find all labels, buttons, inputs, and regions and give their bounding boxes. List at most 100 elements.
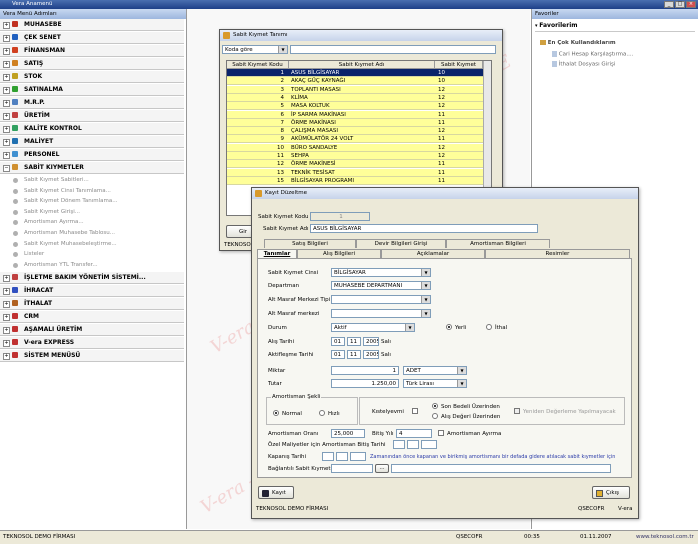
alt-masraf-merkezi-select[interactable]: ▼	[331, 309, 431, 318]
kist-checkbox[interactable]	[412, 408, 418, 414]
yerli-radio[interactable]	[446, 324, 452, 330]
menu-module[interactable]: − SABİT KIYMETLER	[0, 162, 184, 174]
table-row[interactable]: 9 AKÜMÜLATÖR 24 VOLT 11	[227, 135, 483, 144]
alt-masraf-tipi-select[interactable]: ▼	[331, 295, 431, 304]
table-row[interactable]: 15 BİLGİSAYAR PROGRAMI 11	[227, 176, 483, 185]
cins-select[interactable]: BİLGİSAYAR ▼	[331, 268, 431, 277]
menu-module[interactable]: + AŞAMALI ÜRETİM	[0, 324, 184, 337]
submenu-item[interactable]: Amortisman YTL Transfer...	[0, 260, 184, 270]
table-row[interactable]: 6 İP SARMA MAKİNASI 11	[227, 110, 483, 119]
menu-module[interactable]: + KALİTE KONTROL	[0, 123, 184, 135]
oran-field[interactable]: 25,000	[331, 429, 365, 438]
submenu-item[interactable]: Amortisman Muhasebe Tablosu...	[0, 228, 184, 238]
expand-icon[interactable]: +	[3, 288, 10, 296]
kapanis-year[interactable]	[350, 452, 366, 461]
table-row[interactable]: 8 ÇALIŞMA MASASI 12	[227, 127, 483, 136]
expand-icon[interactable]: +	[3, 301, 10, 309]
bagli-lookup-button[interactable]: ...	[375, 464, 389, 473]
column-header[interactable]: Sabit Kıymet Cinsi	[435, 61, 483, 76]
table-row[interactable]: 4 KLİMA 12	[227, 93, 483, 102]
minimize-button[interactable]: _	[664, 1, 674, 8]
menu-module[interactable]: + FİNANSMAN	[0, 45, 184, 57]
durum-select[interactable]: Aktif ▼	[331, 323, 415, 332]
expand-icon[interactable]: +	[3, 340, 10, 348]
ozel-month[interactable]	[407, 440, 419, 449]
sort-combo[interactable]: Koda göre ▼	[222, 45, 288, 54]
doviz-select[interactable]: Türk Lirası ▼	[403, 379, 467, 388]
birim-select[interactable]: ADET ▼	[403, 366, 467, 375]
alis-day[interactable]: 01	[331, 337, 345, 346]
expand-icon[interactable]: +	[3, 353, 10, 361]
menu-module[interactable]: + ÜRETİM	[0, 110, 184, 122]
aktif-day[interactable]: 01	[331, 350, 345, 359]
expand-icon[interactable]: +	[3, 22, 10, 29]
column-header[interactable]: Sabit Kıymet Adı	[289, 61, 435, 69]
menu-module[interactable]: + ÇEK SENET	[0, 32, 184, 44]
departman-select[interactable]: MUHASEBE DEPARTMANI ▼	[331, 281, 431, 290]
favorite-item[interactable]: Cari Hesap Karşılaştırma....	[552, 51, 633, 58]
save-button[interactable]: Kayıt	[258, 486, 294, 499]
menu-module[interactable]: + MUHASEBE	[0, 19, 184, 31]
yeniden-checkbox[interactable]	[514, 408, 520, 414]
menu-module[interactable]: + İHRACAT	[0, 285, 184, 298]
menu-module[interactable]: + CRM	[0, 311, 184, 324]
menu-module[interactable]: + MALİYET	[0, 136, 184, 148]
submenu-item[interactable]: Sabit Kıymet Dönem Tanımlama...	[0, 196, 184, 206]
ithal-radio[interactable]	[486, 324, 492, 330]
favorite-item[interactable]: İthalat Dosyası Girişi	[552, 61, 615, 68]
miktar-field[interactable]: 1	[331, 366, 399, 375]
menu-module[interactable]: + STOK	[0, 71, 184, 83]
table-row[interactable]: 1 ASUS BİLGİSAYAR 10	[227, 69, 483, 77]
menu-module[interactable]: + İTHALAT	[0, 298, 184, 311]
bagli-field[interactable]	[331, 464, 373, 473]
hizli-radio[interactable]	[319, 410, 325, 416]
expand-icon[interactable]: +	[3, 327, 10, 335]
favorites-group[interactable]: En Çok Kullandıklarım	[540, 40, 616, 46]
expand-icon[interactable]: +	[3, 48, 10, 55]
submenu-item[interactable]: Sabit Kıymet Cinsi Tanımlama...	[0, 186, 184, 196]
tutar-field[interactable]: 1.250,00	[331, 379, 399, 388]
submenu-item[interactable]: Listeler	[0, 249, 184, 259]
table-row[interactable]: 10 BÜRO SANDALYE 12	[227, 143, 483, 152]
expand-icon[interactable]: +	[3, 100, 10, 107]
name-field[interactable]: ASUS BİLGİSAYAR	[310, 224, 538, 233]
kapanis-day[interactable]	[322, 452, 334, 461]
expand-icon[interactable]: +	[3, 275, 10, 283]
bitis-field[interactable]: 4	[396, 429, 432, 438]
submenu-item[interactable]: Amortisman Ayırma...	[0, 217, 184, 227]
close-button[interactable]: ×	[686, 1, 696, 8]
expand-icon[interactable]: +	[3, 152, 10, 159]
tab-alis-bilgileri[interactable]: Alış Bilgileri	[297, 249, 381, 258]
submenu-item[interactable]: Sabit Kıymet Girişi...	[0, 207, 184, 217]
normal-radio[interactable]	[273, 410, 279, 416]
table-row[interactable]: 12 ÖRME MAKİNESİ 11	[227, 160, 483, 169]
menu-module[interactable]: + SİSTEM MENÜSÜ	[0, 350, 184, 363]
aktif-year[interactable]: 2005	[363, 350, 379, 359]
son-bedel-radio[interactable]	[432, 403, 438, 409]
expand-icon[interactable]: +	[3, 74, 10, 81]
tab-devir-bilgileri[interactable]: Devir Bilgileri Girişi	[356, 239, 446, 248]
expand-icon[interactable]: +	[3, 113, 10, 120]
maximize-button[interactable]: □	[675, 1, 685, 8]
menu-module[interactable]: + M.R.P.	[0, 97, 184, 109]
table-row[interactable]: 3 TOPLANTI MASASI 12	[227, 85, 483, 94]
menu-module[interactable]: + SATIŞ	[0, 58, 184, 70]
tab-resimler[interactable]: Resimler	[485, 249, 630, 258]
ozel-year[interactable]	[421, 440, 437, 449]
tab-aciklamalar[interactable]: Açıklamalar	[381, 249, 485, 258]
bagli-name-field[interactable]	[391, 464, 611, 473]
expand-icon[interactable]: +	[3, 61, 10, 68]
expand-icon[interactable]: +	[3, 126, 10, 133]
expand-icon[interactable]: +	[3, 87, 10, 94]
ayirma-checkbox[interactable]	[438, 430, 444, 436]
tab-satis-bilgileri[interactable]: Satış Bilgileri	[264, 239, 356, 248]
collapse-icon[interactable]: −	[3, 165, 10, 172]
ozel-day[interactable]	[393, 440, 405, 449]
aktif-month[interactable]: 11	[347, 350, 361, 359]
exit-button[interactable]: Çıkış	[592, 486, 630, 499]
expand-icon[interactable]: +	[3, 139, 10, 146]
table-row[interactable]: 7 ÖRME MAKİNASI 11	[227, 118, 483, 127]
menu-module[interactable]: + V-era EXPRESS	[0, 337, 184, 350]
favorites-section[interactable]: ▾ Favorilerim	[535, 21, 695, 32]
column-header[interactable]: Sabit Kıymet Kodu	[227, 61, 289, 69]
